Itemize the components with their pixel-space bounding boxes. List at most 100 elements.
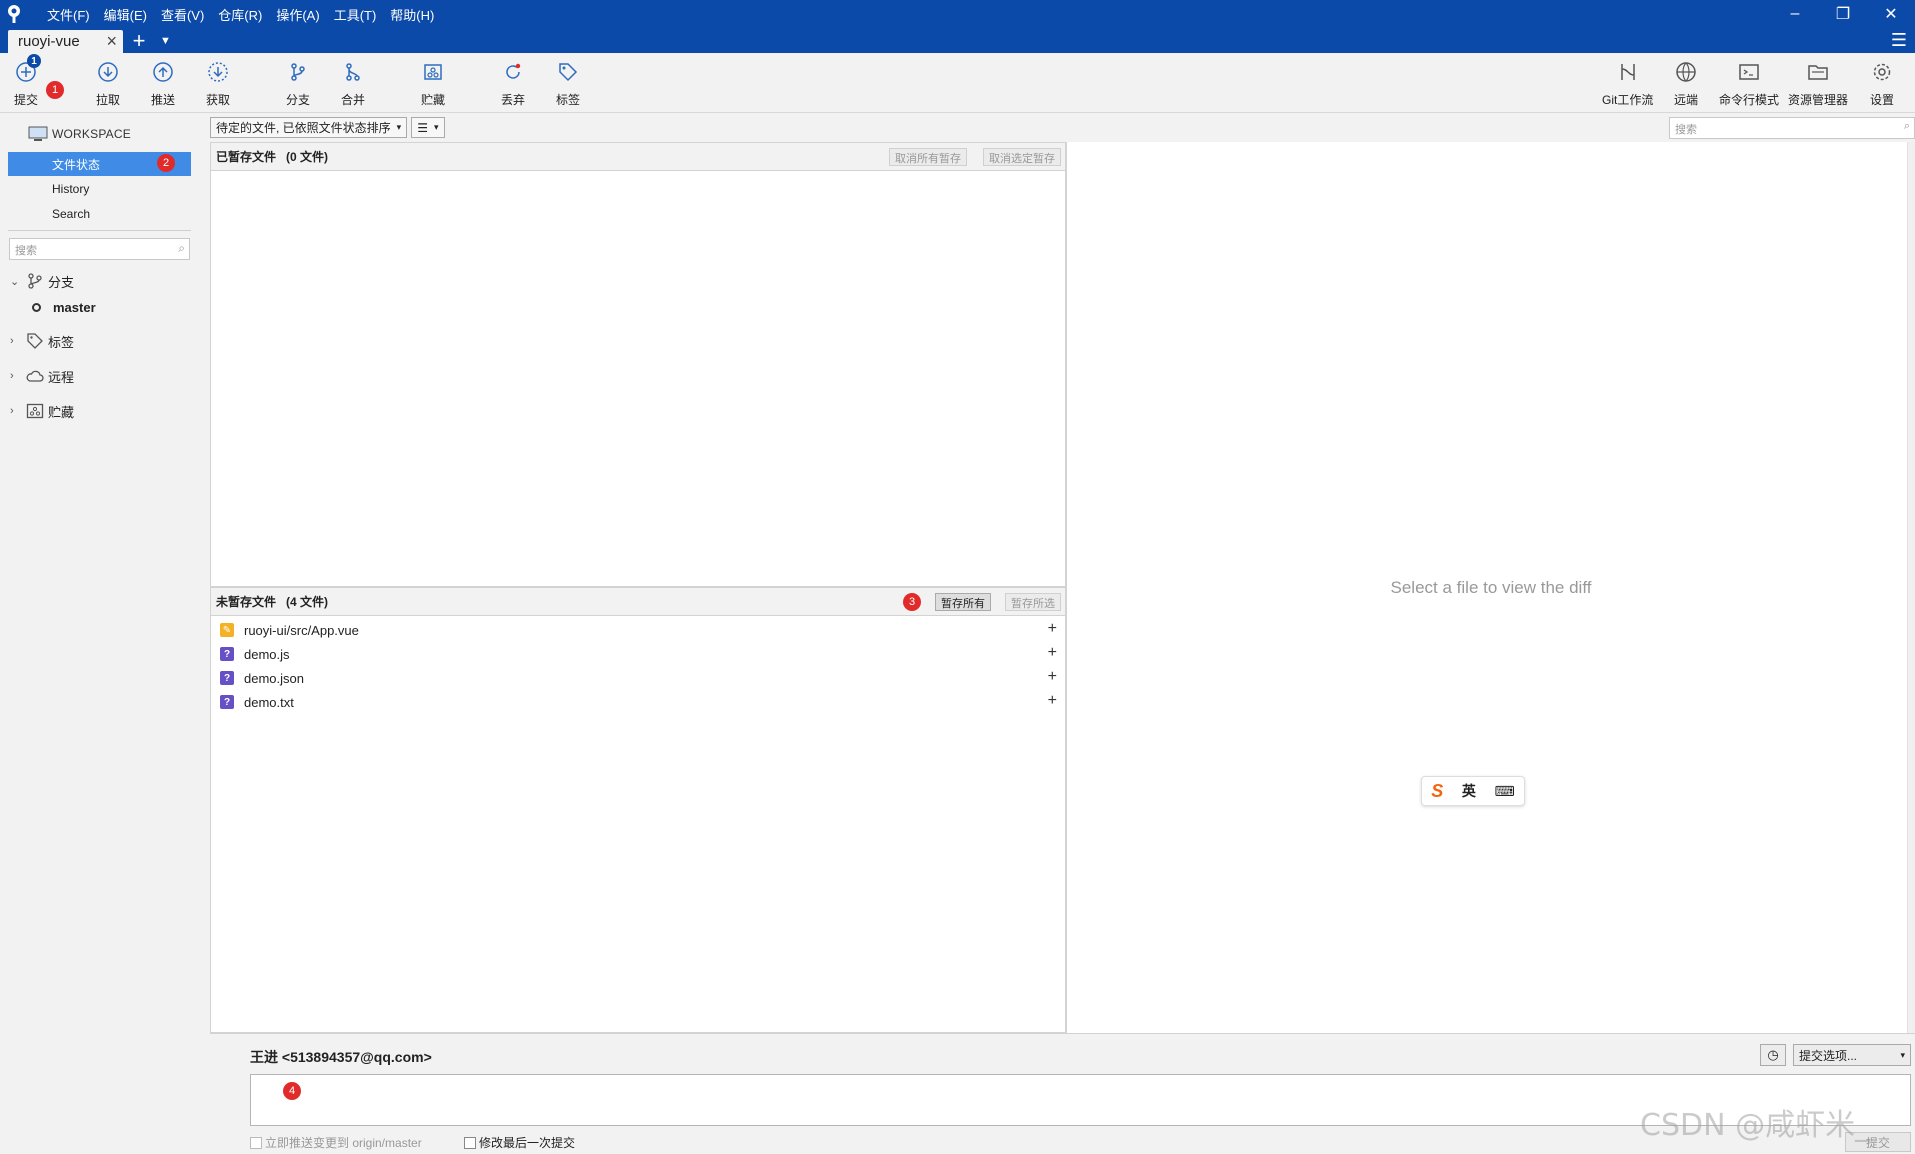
sort-dropdown[interactable]: 待定的文件, 已依照文件状态排序 ▾: [210, 117, 408, 138]
explorer-button[interactable]: 资源管理器: [1788, 59, 1848, 108]
push-icon: [150, 59, 176, 85]
terminal-label: 命令行模式: [1719, 93, 1780, 107]
tag-label: 标签: [555, 93, 580, 107]
checkbox-box[interactable]: [250, 1136, 262, 1149]
unstaged-count: (4 文件): [286, 595, 329, 609]
sidebar-search-input[interactable]: 搜索 ⌕: [9, 238, 190, 260]
menu-help[interactable]: 帮助(H): [383, 5, 441, 24]
pull-button[interactable]: 拉取: [95, 59, 121, 108]
globe-icon: [1673, 59, 1699, 85]
sidebar-item-search[interactable]: Search: [8, 202, 191, 226]
hamburger-menu-icon[interactable]: ☰: [1891, 28, 1907, 53]
checkbox-box[interactable]: [464, 1136, 476, 1149]
tag-icon: [27, 333, 43, 349]
diff-panel: Select a file to view the diff S 英 ⌨: [1066, 142, 1915, 1033]
clock-icon[interactable]: ◷: [1760, 1044, 1786, 1066]
git-flow-button[interactable]: Git工作流: [1602, 59, 1653, 108]
file-row[interactable]: ? demo.txt +: [211, 690, 1065, 714]
unstage-selected-button[interactable]: 取消选定暂存: [983, 148, 1061, 166]
commit-author: 王进 <513894357@qq.com>: [250, 1049, 432, 1065]
tab-repo[interactable]: ruoyi-vue ×: [8, 30, 123, 53]
menu-file[interactable]: 文件(F): [40, 5, 97, 24]
stash-button[interactable]: 贮藏: [420, 59, 446, 108]
discard-icon: [500, 59, 526, 85]
diff-search-input[interactable]: 搜索 ⌕: [1669, 117, 1915, 139]
push-immediately-checkbox[interactable]: 立即推送变更到 origin/master: [250, 1134, 422, 1151]
watermark: CSDN @咸虾米_: [1640, 1108, 1871, 1143]
branch-icon: [285, 59, 311, 85]
tab-close-icon[interactable]: ×: [106, 31, 117, 52]
chevron-right-icon[interactable]: ›: [10, 405, 22, 417]
current-branch-dot: [32, 303, 41, 312]
stage-file-plus-icon[interactable]: +: [1048, 692, 1057, 710]
menu-tools[interactable]: 工具(T): [327, 5, 384, 24]
view-mode-dropdown[interactable]: ☰ ▾: [411, 117, 445, 138]
tag-button[interactable]: 标签: [555, 59, 581, 108]
filter-row: 待定的文件, 已依照文件状态排序 ▾ ☰ ▾: [210, 117, 449, 139]
push-immediately-label: 立即推送变更到 origin/master: [265, 1136, 422, 1150]
terminal-icon: [1736, 59, 1762, 85]
ime-toolbar[interactable]: S 英 ⌨: [1421, 776, 1525, 806]
branch-master-label: master: [53, 300, 96, 315]
branch-label: 分支: [285, 93, 310, 107]
settings-button[interactable]: 设置: [1869, 59, 1895, 108]
file-row[interactable]: ? demo.json +: [211, 666, 1065, 690]
stage-file-plus-icon[interactable]: +: [1048, 620, 1057, 638]
add-tab-icon[interactable]: +: [128, 28, 150, 53]
chevron-right-icon[interactable]: ›: [10, 335, 22, 347]
sidebar-search-placeholder: 搜索: [15, 245, 37, 257]
tree-branches[interactable]: ⌄ 分支: [10, 270, 74, 292]
stage-selected-button[interactable]: 暂存所选: [1005, 593, 1061, 611]
ime-mode[interactable]: 英: [1462, 781, 1476, 801]
push-button[interactable]: 推送: [150, 59, 176, 108]
branch-button[interactable]: 分支: [285, 59, 311, 108]
tree-tags[interactable]: › 标签: [10, 330, 74, 352]
annotation-marker-3: 3: [903, 593, 921, 611]
commit-button[interactable]: 1 提交: [13, 54, 41, 108]
amend-checkbox[interactable]: 修改最后一次提交: [464, 1134, 575, 1151]
tree-stashes[interactable]: › 贮藏: [10, 400, 74, 422]
unstage-all-button[interactable]: 取消所有暂存: [889, 148, 967, 166]
pull-icon: [95, 59, 121, 85]
sidebar-item-history[interactable]: History: [8, 177, 191, 201]
terminal-button[interactable]: 命令行模式: [1719, 59, 1779, 108]
tag-icon: [555, 59, 581, 85]
file-row[interactable]: ? demo.js +: [211, 642, 1065, 666]
tree-remotes[interactable]: › 远程: [10, 365, 74, 387]
chevron-right-icon[interactable]: ›: [10, 370, 22, 382]
toolbar: 1 提交 1 拉取 推送 获取 分支 合并 贮藏 丢弃 标签 Git工作流 远端…: [0, 53, 1915, 113]
window-controls: – ❐ ✕: [1771, 0, 1915, 28]
tab-bar: ruoyi-vue × + ▼ ☰: [0, 28, 1915, 53]
restore-icon[interactable]: ❐: [1819, 0, 1867, 28]
workspace-header: WORKSPACE: [28, 126, 131, 142]
fetch-icon: [205, 59, 231, 85]
staged-count: (0 文件): [286, 150, 329, 164]
remote-button[interactable]: 远端: [1673, 59, 1699, 108]
stage-file-plus-icon[interactable]: +: [1048, 644, 1057, 662]
stage-all-button[interactable]: 暂存所有: [935, 593, 991, 611]
unstaged-title: 未暂存文件: [216, 595, 277, 609]
monitor-icon: [28, 126, 48, 141]
diff-scrollbar[interactable]: [1907, 142, 1915, 1033]
branch-master[interactable]: master: [32, 300, 96, 315]
untracked-file-icon: ?: [220, 647, 234, 661]
tree-tags-label: 标签: [48, 334, 75, 350]
stage-file-plus-icon[interactable]: +: [1048, 668, 1057, 686]
close-window-icon[interactable]: ✕: [1867, 0, 1915, 28]
sourcetree-logo-icon: [0, 0, 28, 28]
minimize-icon[interactable]: –: [1771, 0, 1819, 28]
gear-icon: [1869, 59, 1895, 85]
tab-dropdown-icon[interactable]: ▼: [160, 28, 171, 53]
commit-options-dropdown[interactable]: 提交选项... ▾: [1793, 1044, 1911, 1066]
menu-actions[interactable]: 操作(A): [269, 5, 326, 24]
discard-button[interactable]: 丢弃: [500, 59, 526, 108]
file-row[interactable]: ✎ ruoyi-ui/src/App.vue +: [211, 618, 1065, 642]
merge-button[interactable]: 合并: [340, 59, 366, 108]
menu-bar: 文件(F) 编辑(E) 查看(V) 仓库(R) 操作(A) 工具(T) 帮助(H…: [40, 5, 441, 24]
menu-repository[interactable]: 仓库(R): [211, 5, 269, 24]
menu-view[interactable]: 查看(V): [154, 5, 211, 24]
fetch-button[interactable]: 获取: [205, 59, 231, 108]
keyboard-icon[interactable]: ⌨: [1494, 783, 1514, 800]
chevron-down-icon[interactable]: ⌄: [10, 275, 22, 288]
menu-edit[interactable]: 编辑(E): [97, 5, 154, 24]
